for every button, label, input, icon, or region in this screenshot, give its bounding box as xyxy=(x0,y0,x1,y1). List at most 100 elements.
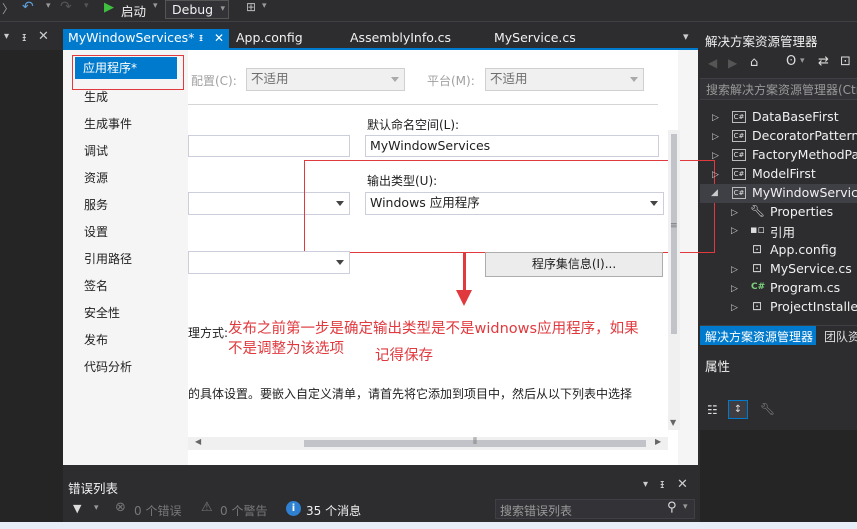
filter-icon[interactable]: ▼ xyxy=(73,502,81,515)
forward-icon[interactable]: ▶ xyxy=(728,56,737,70)
nav-item-settings[interactable]: 设置 xyxy=(84,223,108,240)
warnings-count[interactable]: 0 个警告 xyxy=(220,502,267,519)
redo-dropdown-icon[interactable]: ▾ xyxy=(84,1,89,11)
pin-icon[interactable]: ᵻ xyxy=(22,30,26,44)
collapse-arrow-icon[interactable]: ◢ xyxy=(711,188,718,198)
categorized-icon[interactable]: ☷ xyxy=(707,403,718,417)
tree-item-myservice[interactable]: MyService.cs xyxy=(770,261,852,276)
expand-arrow-icon[interactable]: ▷ xyxy=(712,151,719,161)
expand-arrow-icon[interactable]: ▷ xyxy=(731,265,738,275)
pane-dropdown-icon[interactable]: ▾ xyxy=(4,31,9,42)
undo-icon[interactable]: ↶ xyxy=(22,0,34,15)
config-combo[interactable]: Debug ▾ xyxy=(165,0,229,19)
nav-item-security[interactable]: 安全性 xyxy=(84,304,120,321)
start-label[interactable]: 启动 xyxy=(121,1,146,20)
chevron-down-icon xyxy=(391,77,399,82)
back-icon[interactable]: ◀ xyxy=(708,56,717,70)
assembly-info-button[interactable]: 程序集信息(I)... xyxy=(485,252,663,277)
start-icon[interactable]: ▶ xyxy=(104,0,114,15)
tab-team-explorer[interactable]: 团队资 xyxy=(824,328,857,345)
tab-overflow-icon[interactable]: ▾ xyxy=(683,30,689,43)
home-icon[interactable]: ⌂ xyxy=(750,55,758,70)
annotation-line-2: 不是调整为该选项 xyxy=(228,341,344,357)
error-list-title: 错误列表 xyxy=(68,481,119,496)
undo-dropdown-icon[interactable]: ▾ xyxy=(46,1,51,11)
scroll-left-icon[interactable]: ◀ xyxy=(195,437,201,446)
csharp-project-icon: C# xyxy=(732,168,746,180)
start-dropdown-icon[interactable]: ▾ xyxy=(153,1,158,11)
tab-solution-explorer[interactable]: 解决方案资源管理器 xyxy=(705,328,813,345)
info-icon[interactable]: i xyxy=(286,501,301,516)
expand-arrow-icon[interactable]: ▷ xyxy=(731,303,738,313)
assembly-name-input[interactable] xyxy=(188,135,350,157)
nav-item-reference-paths[interactable]: 引用路径 xyxy=(84,250,132,267)
close-icon[interactable]: ✕ xyxy=(38,29,49,44)
tree-item-factorymethodpattern[interactable]: FactoryMethodPat xyxy=(752,147,857,162)
expand-arrow-icon[interactable]: ▷ xyxy=(731,226,738,236)
panel-dropdown-icon[interactable]: ▾ xyxy=(643,479,648,490)
nav-item-debug[interactable]: 调试 xyxy=(84,142,108,159)
config-select-value: 不适用 xyxy=(251,71,289,86)
tree-item-databasefirst[interactable]: DataBaseFirst xyxy=(752,109,839,124)
nav-item-build-events[interactable]: 生成事件 xyxy=(84,115,132,132)
tree-item-properties[interactable]: Properties xyxy=(770,204,833,219)
tree-item-projectinstaller[interactable]: ProjectInstaller xyxy=(770,299,857,314)
vertical-scrollbar[interactable]: ▼ xyxy=(668,130,680,430)
sync-dropdown-icon[interactable]: ▾ xyxy=(800,56,805,66)
errors-count[interactable]: 0 个错误 xyxy=(134,502,181,519)
property-pages-icon[interactable]: 🔧︎ xyxy=(760,402,775,416)
expand-arrow-icon[interactable]: ▷ xyxy=(731,208,738,218)
warning-icon[interactable]: ⚠ xyxy=(201,500,213,515)
search-dropdown-icon[interactable]: ▾ xyxy=(683,502,688,512)
scroll-right-icon[interactable]: ▶ xyxy=(655,437,661,446)
attach-process-icon[interactable]: ⊞ xyxy=(246,0,256,14)
attach-dropdown-icon[interactable]: ▾ xyxy=(262,1,267,11)
vertical-scrollbar-thumb[interactable] xyxy=(671,134,677,334)
startup-object-select[interactable] xyxy=(188,251,350,274)
expand-arrow-icon[interactable]: ▷ xyxy=(731,284,738,294)
tree-item-decoratorpattern[interactable]: DecoratorPattern xyxy=(752,128,857,143)
scroll-down-icon[interactable]: ▼ xyxy=(670,418,676,427)
expand-arrow-icon[interactable]: ▷ xyxy=(712,170,719,180)
close-icon[interactable]: ✕ xyxy=(677,477,688,492)
nav-item-build[interactable]: 生成 xyxy=(84,88,108,105)
tab-app-config[interactable]: App.config xyxy=(236,29,303,49)
solution-search-input[interactable]: 搜索解决方案资源管理器(Ctr xyxy=(700,78,857,100)
nav-item-signing[interactable]: 签名 xyxy=(84,277,108,294)
pin-icon[interactable]: ᵻ xyxy=(199,29,203,47)
search-icon[interactable]: ⚲ xyxy=(667,500,677,515)
refresh-icon[interactable]: ⇄ xyxy=(818,54,829,69)
pin-icon[interactable]: ᵻ xyxy=(660,477,664,491)
tab-mywindowservices[interactable]: MyWindowServices* ᵻ ✕ xyxy=(63,29,229,49)
toolbar: 〉 ↶ ▾ ↷ ▾ ▶ 启动 ▾ Debug ▾ ⊞ ▾ xyxy=(0,0,857,22)
filter-dropdown-icon[interactable]: ▾ xyxy=(94,503,99,513)
tree-item-mywindowservices[interactable]: MyWindowService xyxy=(752,185,857,200)
sync-icon[interactable]: ʘ xyxy=(786,54,796,69)
status-strip xyxy=(0,522,857,529)
nav-item-code-analysis[interactable]: 代码分析 xyxy=(84,358,132,375)
chevron-down-icon: ▾ xyxy=(220,4,225,14)
nav-item-resources[interactable]: 资源 xyxy=(84,169,108,186)
installer-file-icon: ⊡ xyxy=(752,299,763,313)
tree-item-references[interactable]: 引用 xyxy=(770,222,795,241)
platform-select: 不适用 xyxy=(485,68,644,91)
expand-arrow-icon[interactable]: ▷ xyxy=(712,113,719,123)
redo-icon[interactable]: ↷ xyxy=(60,0,72,15)
nav-item-publish[interactable]: 发布 xyxy=(84,331,108,348)
collapse-all-icon[interactable]: ⊡ xyxy=(840,54,851,69)
default-namespace-input[interactable]: MyWindowServices xyxy=(365,135,659,157)
tree-item-modelfirst[interactable]: ModelFirst xyxy=(752,166,816,181)
nav-item-services[interactable]: 服务 xyxy=(84,196,108,213)
close-icon[interactable]: ✕ xyxy=(214,29,224,47)
tab-assemblyinfo[interactable]: AssemblyInfo.cs xyxy=(350,29,451,49)
horizontal-scrollbar[interactable]: ◀ ▶ xyxy=(188,437,668,450)
tree-item-program[interactable]: Program.cs xyxy=(770,280,840,295)
tree-item-app-config[interactable]: App.config xyxy=(770,242,837,257)
alphabetical-icon[interactable]: ↕ xyxy=(728,400,748,419)
tab-myservice[interactable]: MyService.cs xyxy=(494,29,576,49)
error-icon[interactable]: ⊗ xyxy=(115,500,126,515)
error-search-input[interactable]: 搜索错误列表 ⚲ ▾ xyxy=(495,499,695,519)
messages-count[interactable]: 35 个消息 xyxy=(306,502,361,519)
expand-arrow-icon[interactable]: ▷ xyxy=(712,132,719,142)
toolbar-overflow-icon[interactable]: 〉 xyxy=(2,0,14,17)
